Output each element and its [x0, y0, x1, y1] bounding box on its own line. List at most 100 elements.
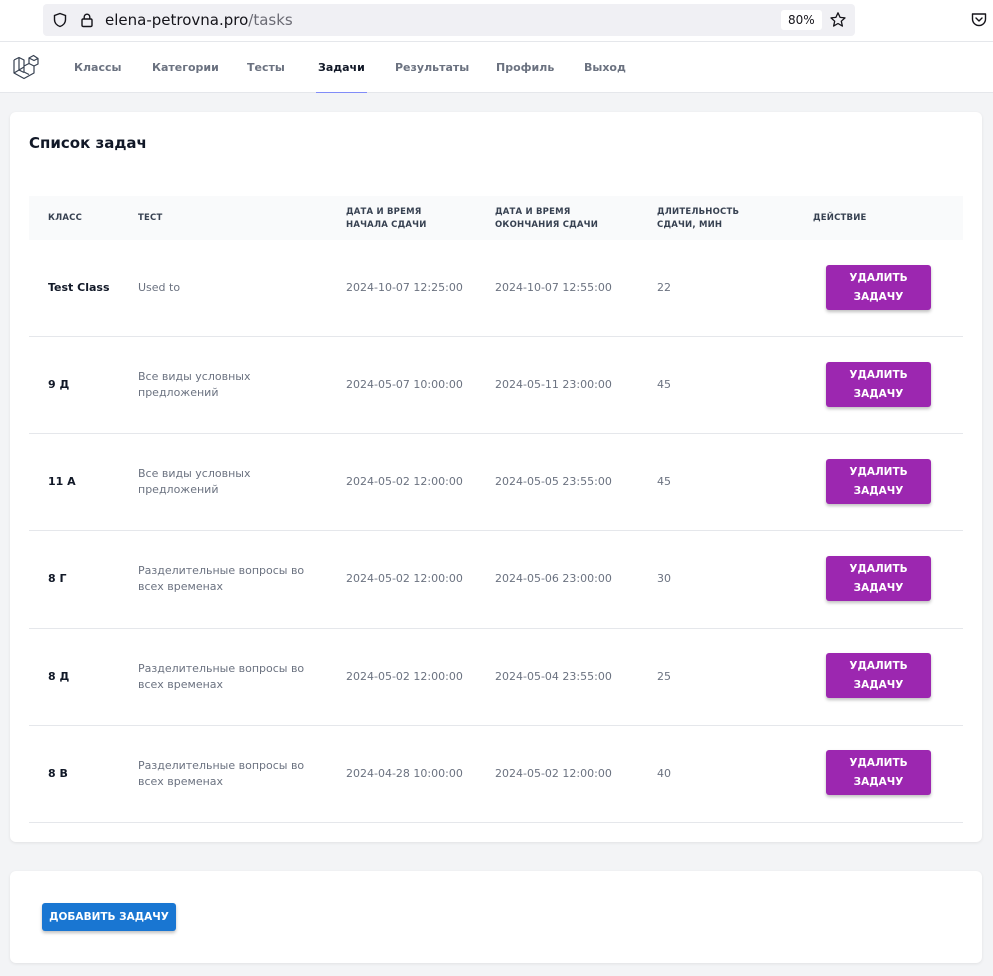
header-end: ДАТА И ВРЕМЯ ОКОНЧАНИЯ СДАЧИ — [495, 206, 598, 232]
nav-tests[interactable]: Тесты — [247, 42, 285, 92]
header-duration-line2: СДАЧИ, МИН — [657, 220, 723, 230]
nav-tasks[interactable]: Задачи — [316, 42, 367, 93]
row-test: Все виды условных предложений — [138, 369, 250, 401]
row-class: 11 А — [48, 475, 76, 488]
row-test-line2: предложений — [138, 386, 219, 399]
row-test: Разделительные вопросы во всех временах — [138, 661, 304, 693]
row-start: 2024-05-02 12:00:00 — [346, 670, 463, 683]
laravel-logo-icon[interactable] — [12, 54, 40, 82]
delete-task-button[interactable]: УДАЛИТЬ ЗАДАЧУ — [826, 556, 931, 601]
row-class: 8 В — [48, 767, 68, 780]
url-path: /tasks — [248, 11, 293, 29]
delete-task-button[interactable]: УДАЛИТЬ ЗАДАЧУ — [826, 265, 931, 310]
header-duration: ДЛИТЕЛЬНОСТЬ СДАЧИ, МИН — [657, 206, 739, 232]
delete-button-line1: УДАЛИТЬ — [849, 272, 908, 284]
row-test-line1: Used to — [138, 281, 181, 294]
delete-button-line2: ЗАДАЧУ — [853, 582, 904, 594]
header-class: КЛАСС — [48, 213, 83, 223]
shield-icon[interactable] — [52, 12, 68, 28]
row-duration: 45 — [657, 378, 671, 391]
row-start: 2024-05-02 12:00:00 — [346, 475, 463, 488]
nav-classes[interactable]: Классы — [74, 42, 121, 92]
delete-button-line1: УДАЛИТЬ — [849, 757, 908, 769]
delete-task-button[interactable]: УДАЛИТЬ ЗАДАЧУ — [826, 653, 931, 698]
nav-results[interactable]: Результаты — [395, 42, 469, 92]
browser-toolbar: elena-petrovna.pro/tasks 80% — [0, 0, 993, 42]
star-icon[interactable] — [829, 11, 847, 29]
header-start-line1: ДАТА И ВРЕМЯ — [346, 207, 422, 217]
row-end: 2024-05-04 23:55:00 — [495, 670, 612, 683]
table-row: 8 В Разделительные вопросы во всех време… — [29, 726, 963, 823]
pocket-icon[interactable] — [970, 11, 988, 29]
row-start: 2024-05-02 12:00:00 — [346, 572, 463, 585]
delete-button-line2: ЗАДАЧУ — [853, 485, 904, 497]
row-end: 2024-05-02 12:00:00 — [495, 767, 612, 780]
delete-task-button[interactable]: УДАЛИТЬ ЗАДАЧУ — [826, 750, 931, 795]
row-start: 2024-10-07 12:25:00 — [346, 281, 463, 294]
table-header: КЛАСС ТЕСТ ДАТА И ВРЕМЯ НАЧАЛА СДАЧИ ДАТ… — [29, 196, 963, 240]
lock-icon[interactable] — [79, 12, 95, 28]
row-test: Used to — [138, 280, 180, 296]
row-test-line1: Все виды условных — [138, 467, 251, 480]
zoom-level-badge[interactable]: 80% — [781, 10, 822, 30]
row-class: 9 Д — [48, 378, 70, 391]
row-test-line1: Разделительные вопросы во — [138, 759, 305, 772]
top-navigation: Классы Категории Тесты Задачи Результаты… — [0, 42, 993, 93]
address-bar[interactable]: elena-petrovna.pro/tasks 80% — [43, 4, 855, 36]
row-end: 2024-05-11 23:00:00 — [495, 378, 612, 391]
header-test: ТЕСТ — [138, 213, 163, 223]
row-test: Разделительные вопросы во всех временах — [138, 758, 304, 790]
row-test-line2: предложений — [138, 483, 219, 496]
table-row: 8 Г Разделительные вопросы во всех време… — [29, 531, 963, 629]
row-test-line2: всех временах — [138, 580, 224, 593]
nav-logout[interactable]: Выход — [584, 42, 626, 92]
delete-button-line1: УДАЛИТЬ — [849, 563, 908, 575]
delete-button-line1: УДАЛИТЬ — [849, 369, 908, 381]
row-class: 8 Д — [48, 670, 70, 683]
delete-task-button[interactable]: УДАЛИТЬ ЗАДАЧУ — [826, 362, 931, 407]
delete-button-line2: ЗАДАЧУ — [853, 776, 904, 788]
nav-profile[interactable]: Профиль — [496, 42, 554, 92]
row-duration: 40 — [657, 767, 671, 780]
row-test-line1: Все виды условных — [138, 370, 251, 383]
header-end-line2: ОКОНЧАНИЯ СДАЧИ — [495, 220, 599, 230]
row-start: 2024-05-07 10:00:00 — [346, 378, 463, 391]
url-domain: elena-petrovna.pro — [105, 11, 249, 29]
table-row: 9 Д Все виды условных предложений 2024-0… — [29, 337, 963, 434]
row-test-line1: Разделительные вопросы во — [138, 662, 305, 675]
row-test-line1: Разделительные вопросы во — [138, 564, 305, 577]
table-row: 8 Д Разделительные вопросы во всех време… — [29, 629, 963, 726]
row-start: 2024-04-28 10:00:00 — [346, 767, 463, 780]
delete-button-line2: ЗАДАЧУ — [853, 388, 904, 400]
table-row: Test Class Used to 2024-10-07 12:25:00 2… — [29, 240, 963, 337]
delete-button-line1: УДАЛИТЬ — [849, 660, 908, 672]
header-duration-line1: ДЛИТЕЛЬНОСТЬ — [657, 207, 740, 217]
add-task-card: ДОБАВИТЬ ЗАДАЧУ — [10, 871, 982, 963]
page-title: Список задач — [29, 134, 147, 152]
row-end: 2024-05-06 23:00:00 — [495, 572, 612, 585]
task-list-card: Список задач КЛАСС ТЕСТ ДАТА И ВРЕМЯ НАЧ… — [10, 112, 982, 842]
row-class: 8 Г — [48, 572, 67, 585]
header-end-line1: ДАТА И ВРЕМЯ — [495, 207, 571, 217]
row-test: Разделительные вопросы во всех временах — [138, 563, 304, 595]
delete-button-line1: УДАЛИТЬ — [849, 466, 908, 478]
delete-button-line2: ЗАДАЧУ — [853, 679, 904, 691]
row-duration: 45 — [657, 475, 671, 488]
row-end: 2024-10-07 12:55:00 — [495, 281, 612, 294]
url-text[interactable]: elena-petrovna.pro/tasks — [105, 10, 293, 30]
delete-task-button[interactable]: УДАЛИТЬ ЗАДАЧУ — [826, 459, 931, 504]
delete-button-line2: ЗАДАЧУ — [853, 291, 904, 303]
header-start-line2: НАЧАЛА СДАЧИ — [346, 220, 427, 230]
row-end: 2024-05-05 23:55:00 — [495, 475, 612, 488]
row-class: Test Class — [48, 281, 110, 294]
row-duration: 25 — [657, 670, 671, 683]
add-task-button[interactable]: ДОБАВИТЬ ЗАДАЧУ — [42, 903, 176, 931]
nav-categories[interactable]: Категории — [152, 42, 219, 92]
row-duration: 22 — [657, 281, 671, 294]
row-test-line2: всех временах — [138, 775, 224, 788]
header-action: ДЕЙСТВИЕ — [813, 213, 867, 223]
header-start: ДАТА И ВРЕМЯ НАЧАЛА СДАЧИ — [346, 206, 427, 232]
row-duration: 30 — [657, 572, 671, 585]
row-test: Все виды условных предложений — [138, 466, 250, 498]
row-test-line2: всех временах — [138, 678, 224, 691]
